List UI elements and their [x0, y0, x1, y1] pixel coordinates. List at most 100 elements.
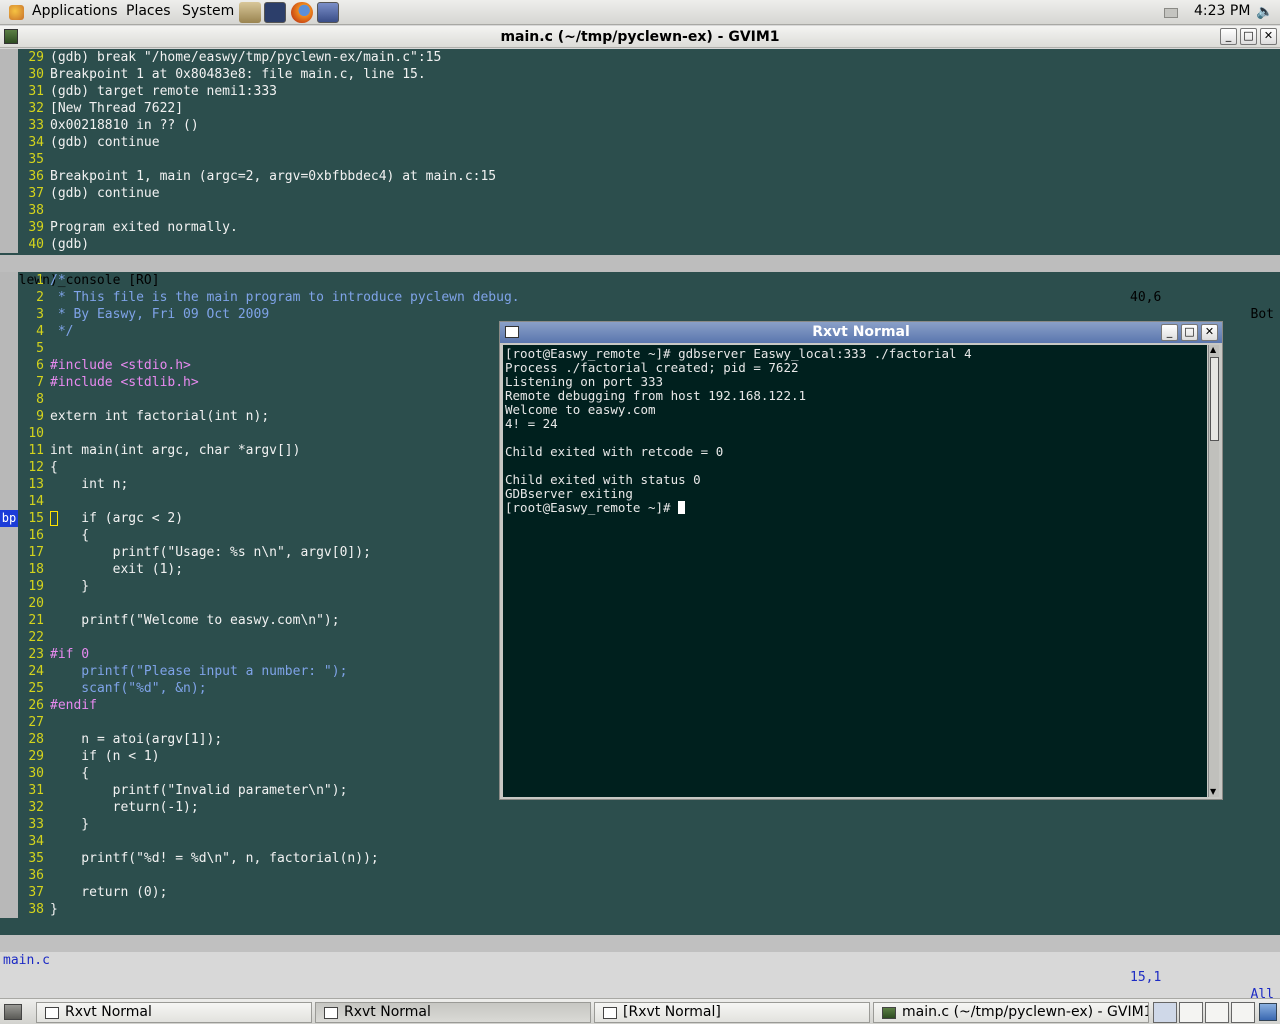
- trash-icon[interactable]: [1259, 1003, 1277, 1021]
- line-number: 32: [28, 101, 44, 116]
- line-number: 30: [28, 766, 44, 781]
- source-text: printf("Welcome to easwy.com\n");: [50, 613, 340, 628]
- terminal-icon[interactable]: [264, 2, 286, 23]
- sign-column: [0, 49, 18, 66]
- console-text: (gdb) continue: [50, 186, 160, 201]
- source-line[interactable]: 35 printf("%d! = %d\n", n, factorial(n))…: [0, 850, 1280, 867]
- gvim-window-title: main.c (~/tmp/pyclewn-ex) - GVIM1: [500, 29, 780, 45]
- window-icon: [324, 1007, 338, 1019]
- line-number: 31: [28, 84, 44, 99]
- source-text: return (0);: [50, 885, 168, 900]
- rxvt-titlebar[interactable]: Rxvt Normal _ □ ✕: [500, 322, 1222, 343]
- sign-column: [0, 357, 18, 374]
- sign-column: [0, 697, 18, 714]
- console-line[interactable]: 31 (gdb) target remote nemi1:333: [0, 83, 1280, 100]
- clewn-console-pane[interactable]: 29 (gdb) break "/home/easwy/tmp/pyclewn-e…: [0, 49, 1280, 254]
- volume-icon[interactable]: 🔈: [1256, 4, 1273, 21]
- source-line[interactable]: 2 * This file is the main program to int…: [0, 289, 1280, 306]
- rxvt-window[interactable]: Rxvt Normal _ □ ✕ [root@Easwy_remote ~]#…: [499, 321, 1223, 800]
- terminal-output[interactable]: [root@Easwy_remote ~]# gdbserver Easwy_l…: [503, 345, 1207, 797]
- gvim-titlebar[interactable]: main.c (~/tmp/pyclewn-ex) - GVIM1 _ □ ✕: [0, 26, 1280, 48]
- console-line[interactable]: 38: [0, 202, 1280, 219]
- applications-menu-icon[interactable]: [9, 5, 24, 20]
- sign-column: [0, 202, 18, 219]
- notification-icon[interactable]: [1164, 8, 1178, 18]
- console-line[interactable]: 33 0x00218810 in ?? (): [0, 117, 1280, 134]
- console-text: [New Thread 7622]: [50, 101, 184, 116]
- source-text: if (n < 1): [50, 749, 160, 764]
- line-number: 40: [28, 237, 44, 252]
- task-rxvt-normal-1[interactable]: Rxvt Normal: [36, 1002, 312, 1023]
- text-cursor: [50, 511, 58, 526]
- sign-column: [0, 561, 18, 578]
- sign-column: [0, 442, 18, 459]
- line-number: 28: [28, 732, 44, 747]
- console-line[interactable]: 34 (gdb) continue: [0, 134, 1280, 151]
- rxvt-maximize-button[interactable]: □: [1181, 324, 1198, 341]
- terminal-scrollbar-thumb[interactable]: [1210, 357, 1219, 441]
- places-menu[interactable]: Places: [126, 3, 171, 19]
- source-line[interactable]: 32 return(-1);: [0, 799, 1280, 816]
- firefox-icon[interactable]: [291, 2, 313, 23]
- line-number: 3: [36, 307, 44, 322]
- source-line[interactable]: 34: [0, 833, 1280, 850]
- terminal-text: Listening on port 333: [505, 374, 664, 389]
- gvim-launcher-icon[interactable]: [317, 2, 339, 23]
- line-number: 9: [36, 409, 44, 424]
- task-rxvt-normal-2[interactable]: Rxvt Normal: [315, 1002, 591, 1023]
- console-line[interactable]: 30 Breakpoint 1 at 0x80483e8: file main.c…: [0, 66, 1280, 83]
- workspace-1[interactable]: [1153, 1002, 1177, 1023]
- close-button[interactable]: ✕: [1260, 28, 1277, 45]
- console-line[interactable]: 40 (gdb): [0, 236, 1280, 253]
- console-line[interactable]: 39 Program exited normally.: [0, 219, 1280, 236]
- workspace-4[interactable]: [1231, 1002, 1255, 1023]
- console-line[interactable]: 35: [0, 151, 1280, 168]
- terminal-line: GDBserver exiting: [505, 487, 633, 501]
- source-line[interactable]: 38}: [0, 901, 1280, 918]
- source-text: scanf("%d", &n);: [50, 681, 207, 696]
- source-line[interactable]: 1 /*: [0, 272, 1280, 289]
- rxvt-close-button[interactable]: ✕: [1201, 324, 1218, 341]
- console-line[interactable]: 37 (gdb) continue: [0, 185, 1280, 202]
- workspace-2[interactable]: [1179, 1002, 1203, 1023]
- source-line[interactable]: 37 return (0);: [0, 884, 1280, 901]
- source-status-filename: main.c: [3, 953, 50, 968]
- sign-column: [0, 151, 18, 168]
- sign-column: [0, 168, 18, 185]
- show-desktop-icon[interactable]: [4, 1004, 22, 1020]
- console-line[interactable]: 36 Breakpoint 1, main (argc=2, argv=0xbfb…: [0, 168, 1280, 185]
- system-menu[interactable]: System: [182, 3, 234, 19]
- task-gvim[interactable]: main.c (~/tmp/pyclewn-ex) - GVIM1: [873, 1002, 1149, 1023]
- rxvt-minimize-button[interactable]: _: [1161, 324, 1178, 341]
- workspace-3[interactable]: [1205, 1002, 1229, 1023]
- file-manager-icon[interactable]: [239, 2, 261, 23]
- sign-column: [0, 714, 18, 731]
- maximize-button[interactable]: □: [1240, 28, 1257, 45]
- console-line[interactable]: 29 (gdb) break "/home/easwy/tmp/pyclewn-e…: [0, 49, 1280, 66]
- breakpoint-sign[interactable]: bp: [0, 510, 18, 527]
- line-number: 21: [28, 613, 44, 628]
- minimize-button[interactable]: _: [1220, 28, 1237, 45]
- console-line[interactable]: 32 [New Thread 7622]: [0, 100, 1280, 117]
- clock[interactable]: 4:23 PM: [1194, 3, 1250, 19]
- sign-column: [0, 272, 18, 289]
- line-number: 36: [28, 868, 44, 883]
- source-text: printf("Usage: %s n\n", argv[0]);: [50, 545, 371, 560]
- source-line[interactable]: 33 }: [0, 816, 1280, 833]
- task-rxvt-normal-minimized[interactable]: [Rxvt Normal]: [594, 1002, 870, 1023]
- line-number: 5: [36, 341, 44, 356]
- line-number: 32: [28, 800, 44, 815]
- line-number: 36: [28, 169, 44, 184]
- terminal-scrollbar[interactable]: ▲ ▼: [1208, 345, 1219, 797]
- scroll-up-arrow-icon[interactable]: ▲: [1210, 345, 1216, 355]
- source-text: {: [50, 460, 58, 475]
- console-text: Breakpoint 1, main (argc=2, argv=0xbfbbd…: [50, 169, 497, 184]
- console-text: (gdb) target remote nemi1:333: [50, 84, 277, 99]
- terminal-text: [root@Easwy_remote ~]#: [505, 500, 679, 515]
- source-line[interactable]: 36: [0, 867, 1280, 884]
- line-number: 31: [28, 783, 44, 798]
- bottom-taskbar: Rxvt Normal Rxvt Normal [Rxvt Normal] ma…: [0, 998, 1280, 1024]
- applications-menu[interactable]: Applications: [32, 3, 118, 19]
- line-number: 34: [28, 135, 44, 150]
- scroll-down-arrow-icon[interactable]: ▼: [1210, 787, 1216, 797]
